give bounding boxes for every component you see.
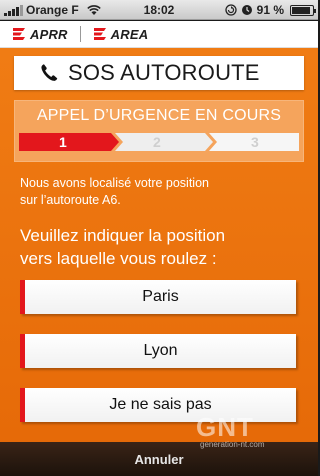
- page-title: SOS AUTOROUTE: [68, 60, 260, 85]
- cancel-button[interactable]: Annuler: [0, 442, 318, 476]
- brand-divider: [79, 26, 81, 42]
- phone-icon: [41, 64, 58, 81]
- main-panel: SOS AUTOROUTE APPEL D’URGENCE EN COURS 1…: [0, 48, 318, 442]
- direction-question-line-2: vers laquelle vous roulez :: [20, 249, 217, 268]
- direction-lyon-button[interactable]: Lyon: [20, 334, 296, 368]
- step-2-label: 2: [153, 134, 161, 150]
- location-info-line-2: sur l’autoroute A6.: [20, 193, 121, 207]
- battery-percent: 91 %: [256, 3, 284, 17]
- brand-name-aprr: APRR: [30, 26, 68, 42]
- status-bar: Orange F 18:02 91 %: [0, 0, 318, 20]
- direction-paris-button[interactable]: Paris: [20, 280, 296, 314]
- step-1-label: 1: [59, 134, 67, 150]
- brand-name-area: AREA: [110, 26, 149, 42]
- aprr-logo-icon: [13, 28, 25, 40]
- battery-fill: [292, 6, 311, 14]
- location-info: Nous avons localisé votre position sur l…: [20, 175, 300, 209]
- call-status-panel: APPEL D’URGENCE EN COURS 1 2 3: [14, 100, 304, 162]
- brand-bar: APRR AREA: [0, 21, 318, 48]
- direction-unknown-button[interactable]: Je ne sais pas: [20, 388, 296, 422]
- direction-question: Veuillez indiquer la position vers laque…: [20, 224, 310, 270]
- direction-question-line-1: Veuillez indiquer la position: [20, 226, 226, 245]
- step-indicator: 1 2 3: [19, 133, 299, 151]
- lock-icon: [224, 4, 237, 16]
- alarm-icon: [241, 5, 252, 15]
- brand-aprr: APRR: [12, 27, 68, 42]
- area-logo-icon: [93, 28, 106, 40]
- step-2-segment: [115, 133, 213, 151]
- step-3-label: 3: [251, 134, 259, 150]
- battery-icon: [290, 4, 316, 16]
- title-bar: SOS AUTOROUTE: [14, 56, 304, 90]
- location-info-line-1: Nous avons localisé votre position: [20, 176, 209, 190]
- call-status-heading: APPEL D’URGENCE EN COURS: [36, 107, 282, 124]
- step-1-segment: [19, 133, 119, 151]
- brand-area: AREA: [93, 27, 149, 42]
